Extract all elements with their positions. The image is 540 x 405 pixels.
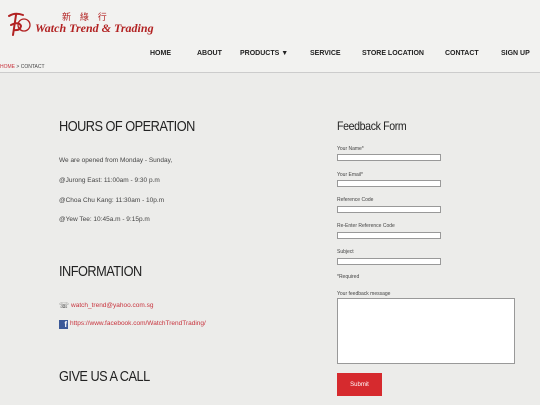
call-heading: GIVE US A CALL xyxy=(59,368,150,385)
email-link[interactable]: watch_trend@yahoo.com.sg xyxy=(71,302,153,309)
re-enter-reference-code-input[interactable] xyxy=(337,232,441,239)
brand-logo-mark xyxy=(8,12,31,36)
brand-logo[interactable]: 新 綠 行 Watch Trend & Trading xyxy=(7,11,157,41)
facebook-row: f https://www.facebook.com/WatchTrendTrad… xyxy=(59,320,206,329)
nav-about[interactable]: ABOUT xyxy=(197,50,222,57)
re-enter-reference-code-label: Re-Enter Reference Code xyxy=(337,223,395,229)
required-note: *Required xyxy=(337,274,360,280)
email-label: Your Email* xyxy=(337,172,363,178)
hours-line: @Jurong East: 11:00am - 9:30 p.m xyxy=(59,177,160,184)
hours-line: @Choa Chu Kang: 11:30am - 10p.m xyxy=(59,197,165,204)
facebook-icon[interactable]: f xyxy=(59,320,68,329)
hours-line: @Yew Tee: 10:45a.m - 9:15p.m xyxy=(59,216,150,223)
nav-service[interactable]: SERVICE xyxy=(310,50,341,57)
hours-line: We are opened from Monday - Sunday, xyxy=(59,157,173,164)
phone-icon: ☏ xyxy=(59,301,70,310)
breadcrumb-home-link[interactable]: HOME xyxy=(0,64,15,70)
reference-code-label: Reference Code xyxy=(337,197,374,203)
main-nav: HOME ABOUT PRODUCTS ▼ SERVICE STORE LOCA… xyxy=(0,50,540,64)
breadcrumb-current: CONTACT xyxy=(20,64,45,70)
information-heading: INFORMATION xyxy=(59,263,142,280)
hours-heading: HOURS OF OPERATION xyxy=(59,118,195,135)
subject-label: Subject xyxy=(337,249,354,255)
message-textarea[interactable] xyxy=(337,298,515,364)
name-input[interactable] xyxy=(337,154,441,161)
nav-store-location[interactable]: STORE LOCATION xyxy=(362,50,424,57)
email-input[interactable] xyxy=(337,180,441,187)
subject-input[interactable] xyxy=(337,258,441,265)
reference-code-input[interactable] xyxy=(337,206,441,213)
facebook-link[interactable]: https://www.facebook.com/WatchTrendTradi… xyxy=(70,320,206,327)
feedback-form-title: Feedback Form xyxy=(337,119,407,133)
nav-contact[interactable]: CONTACT xyxy=(445,50,479,57)
message-label: Your feedback message xyxy=(337,291,391,297)
site-header: 新 綠 行 Watch Trend & Trading HOME ABOUT P… xyxy=(0,0,540,73)
name-label: Your Name* xyxy=(337,146,364,152)
nav-home[interactable]: HOME xyxy=(150,50,171,57)
email-row: ☏ watch_trend@yahoo.com.sg xyxy=(59,301,154,310)
brand-name: Watch Trend & Trading xyxy=(35,21,154,35)
nav-products[interactable]: PRODUCTS ▼ xyxy=(240,50,288,57)
header-divider xyxy=(0,72,540,73)
breadcrumb: HOME > CONTACT xyxy=(0,64,45,70)
submit-button[interactable]: Submit xyxy=(337,373,382,396)
nav-sign-up[interactable]: SIGN UP xyxy=(501,50,530,57)
